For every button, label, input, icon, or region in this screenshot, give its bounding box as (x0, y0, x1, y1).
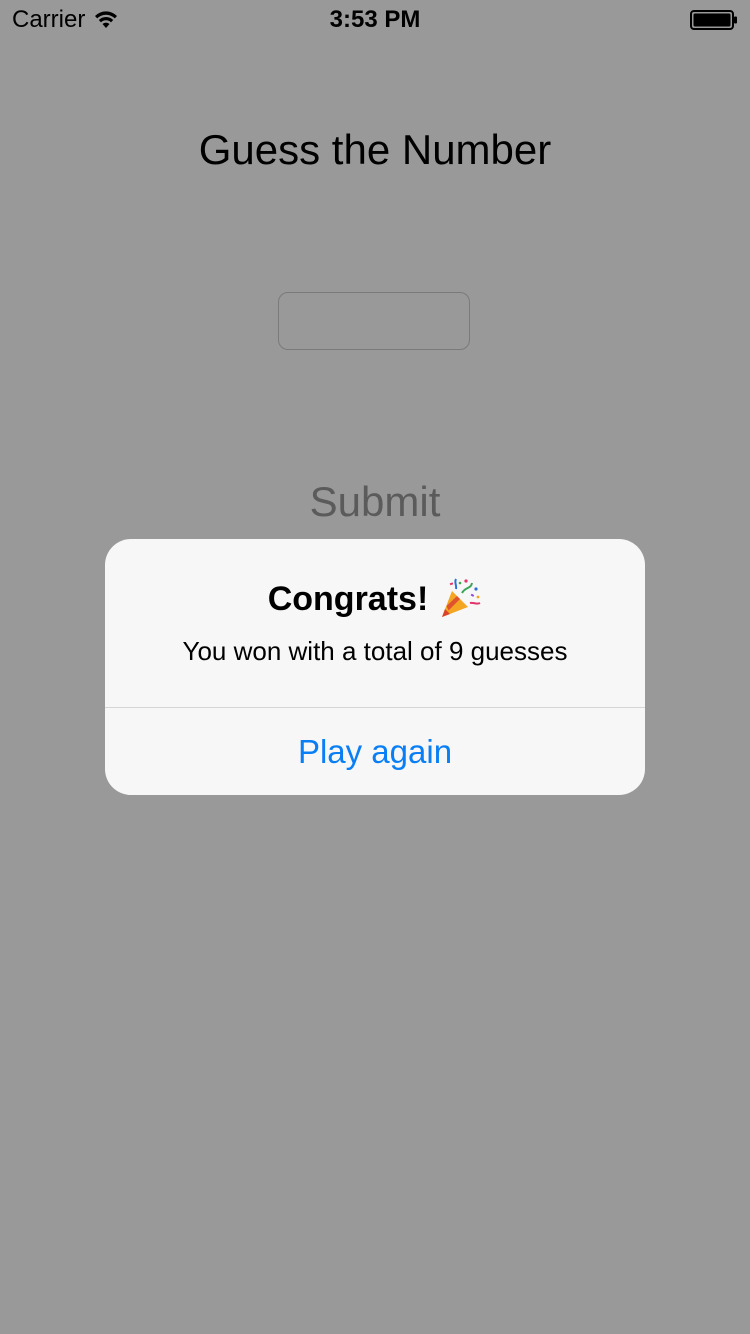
alert-title-row: Congrats! (105, 575, 645, 623)
alert-message: You won with a total of 9 guesses (182, 636, 568, 666)
party-popper-icon (442, 578, 481, 617)
page-title: Guess the Number (198, 126, 552, 173)
status-bar: Carrier 3:53 PM (0, 0, 750, 40)
guess-input[interactable] (278, 292, 470, 350)
win-alert-dialog: Congrats! You won with a total of 9 gues… (105, 539, 645, 795)
play-again-button[interactable]: Play again (105, 708, 645, 795)
alert-title: Congrats! (267, 580, 429, 618)
battery-icon (690, 10, 737, 30)
submit-button[interactable]: Submit (0, 474, 750, 530)
status-time: 3:53 PM (329, 6, 421, 33)
